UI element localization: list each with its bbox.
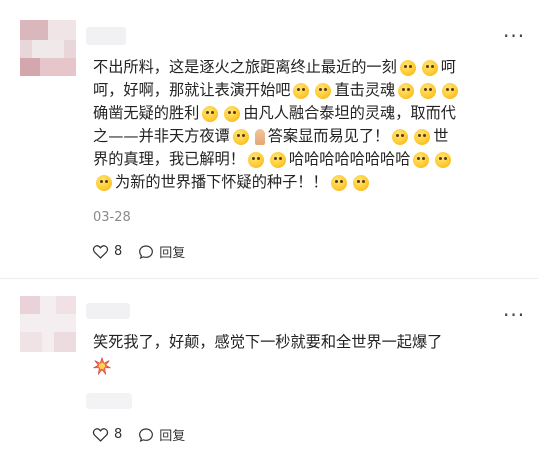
comment-divider bbox=[0, 278, 538, 279]
face-icon bbox=[352, 174, 369, 191]
explosion-icon bbox=[93, 356, 111, 375]
like-button[interactable]: 8 bbox=[92, 427, 122, 442]
face-icon bbox=[293, 82, 310, 99]
like-count: 8 bbox=[114, 244, 123, 259]
face-icon bbox=[232, 128, 249, 145]
avatar[interactable] bbox=[20, 296, 76, 352]
comment-text: 哈哈哈哈哈哈哈哈 bbox=[288, 150, 411, 168]
speech-bubble-icon bbox=[139, 427, 154, 442]
comment-line: 不出所料，这是逐火之旅距离终止最近的一刻 呵 bbox=[93, 56, 461, 79]
face-icon bbox=[399, 59, 416, 76]
face-icon bbox=[96, 174, 112, 191]
reply-label: 回复 bbox=[159, 429, 186, 444]
comment-line: 呵，好啊，那就让表演开始吧 直击灵魂 bbox=[93, 79, 461, 102]
comment-actions: 8 回复 bbox=[92, 425, 201, 444]
comment-line: 界的真理，我已解明！ 哈哈哈哈哈哈哈哈 bbox=[93, 148, 461, 171]
face-icon bbox=[421, 59, 438, 76]
like-count: 8 bbox=[114, 427, 123, 442]
face-icon bbox=[269, 151, 286, 168]
reply-label: 回复 bbox=[159, 246, 186, 261]
comment-line: 为新的世界播下怀疑的种子！！ bbox=[93, 171, 461, 194]
comment-text: 不出所料，这是逐火之旅距离终止最近的一刻 bbox=[93, 58, 397, 76]
comment-text: 为新的世界播下怀疑的种子！！ bbox=[115, 173, 328, 191]
comment-text: 之——并非天方夜谭 bbox=[93, 127, 230, 145]
speech-bubble-icon bbox=[139, 244, 154, 259]
comment-meta bbox=[86, 393, 132, 409]
face-icon bbox=[202, 105, 219, 122]
comment-line: 之——并非天方夜谭 答案显而易见了！ 世 bbox=[93, 125, 461, 148]
comment-text: 确凿无疑的胜利 bbox=[93, 104, 200, 122]
face-icon bbox=[330, 174, 347, 191]
face-icon bbox=[420, 82, 437, 99]
comment-line: 笑死我了，好颠，感觉下一秒就要和全世界一起爆了 bbox=[93, 331, 442, 354]
username[interactable] bbox=[86, 303, 130, 319]
reply-button[interactable]: 回复 bbox=[138, 425, 185, 444]
more-dots-icon[interactable]: ··· bbox=[503, 305, 525, 325]
face-icon bbox=[413, 151, 430, 168]
face-icon bbox=[414, 128, 431, 145]
comment-line bbox=[93, 354, 442, 377]
comment-text: 界的真理，我已解明！ bbox=[93, 150, 245, 168]
comment-text: 呵，好啊，那就让表演开始吧 bbox=[93, 81, 291, 99]
comment-text: 答案显而易见了！ bbox=[267, 127, 390, 145]
comment-actions: 8 回复 bbox=[92, 242, 201, 261]
comment-text: 直击灵魂 bbox=[334, 81, 396, 99]
avatar[interactable] bbox=[20, 20, 76, 76]
comment-line: 确凿无疑的胜利 由凡人融合泰坦的灵魂，取而代 bbox=[93, 102, 461, 125]
username[interactable] bbox=[86, 27, 126, 45]
comment-text: 由凡人融合泰坦的灵魂，取而代 bbox=[243, 104, 456, 122]
heart-icon bbox=[92, 428, 109, 442]
face-icon bbox=[315, 82, 332, 99]
face-icon bbox=[224, 105, 241, 122]
face-icon bbox=[398, 82, 415, 99]
comment-body: 不出所料，这是逐火之旅距离终止最近的一刻 呵呵，好啊，那就让表演开始吧 直击灵魂确凿… bbox=[93, 56, 461, 194]
comment-text: 笑死我了，好颠，感觉下一秒就要和全世界一起爆了 bbox=[93, 333, 443, 351]
heart-icon bbox=[92, 245, 109, 259]
more-dots-icon[interactable]: ··· bbox=[503, 26, 525, 46]
reply-button[interactable]: 回复 bbox=[138, 242, 185, 261]
comment-date: 03-28 bbox=[93, 210, 131, 225]
comment-body: 笑死我了，好颠，感觉下一秒就要和全世界一起爆了 bbox=[93, 331, 442, 377]
face-icon bbox=[392, 128, 409, 145]
face-icon bbox=[442, 82, 459, 99]
comment-text: 世 bbox=[433, 127, 449, 145]
comment-text: 呵 bbox=[440, 58, 456, 76]
face-icon bbox=[435, 151, 452, 168]
face-icon bbox=[247, 151, 264, 168]
pray-icon bbox=[254, 128, 265, 145]
like-button[interactable]: 8 bbox=[92, 244, 122, 259]
